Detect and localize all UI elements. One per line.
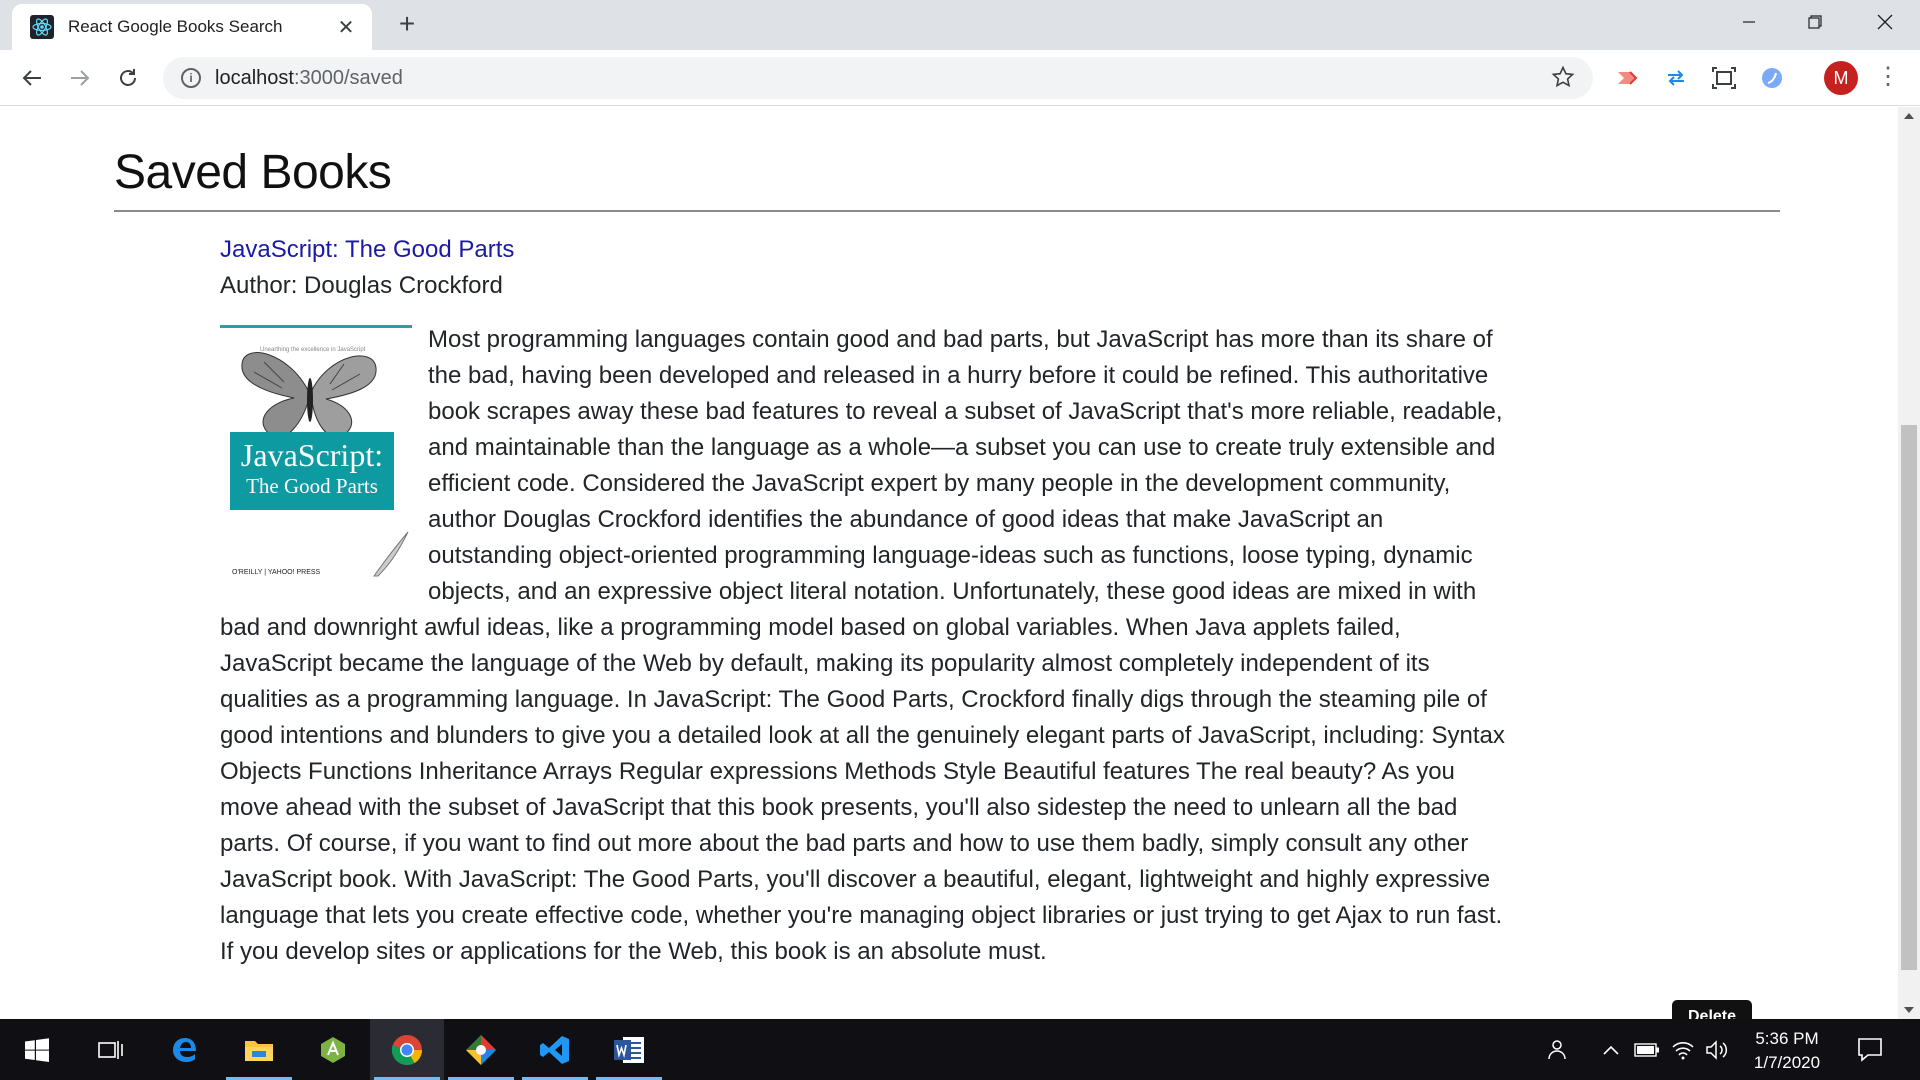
edge-icon [173,1037,196,1062]
gitkraken-icon [466,1034,496,1065]
extension-globe-icon[interactable] [1758,64,1786,92]
task-view-icon [98,1040,123,1059]
extension-screenshot-icon[interactable] [1710,64,1738,92]
book-body: Unearthing the excellence in JavaScript … [220,322,1510,970]
clock-time: 5:36 PM [1755,1029,1819,1048]
browser-menu-icon[interactable]: ⋮ [1876,64,1900,92]
file-explorer-icon [245,1040,273,1061]
tab-strip: React Google Books Search ✕ + [0,0,1920,50]
battery-icon[interactable] [1634,1037,1660,1063]
scroll-thumb[interactable] [1901,425,1917,970]
page-title: Saved Books [114,146,392,199]
react-icon [30,15,54,39]
delete-button[interactable]: Delete [1672,1000,1752,1019]
start-icon [25,1037,49,1062]
profile-avatar[interactable]: M [1824,61,1858,95]
cover-title-line1: JavaScript: [240,437,384,473]
cover-title-line2: The Good Parts [246,474,378,498]
new-tab-button[interactable]: + [392,10,422,40]
close-window-button[interactable] [1856,0,1914,44]
browser-toolbar: i localhost:3000/saved M ⋮ [0,50,1920,106]
chrome-taskbar-button[interactable] [370,1019,444,1080]
saved-book-card: JavaScript: The Good Parts Author: Dougl… [220,232,1510,970]
forward-button[interactable] [66,64,94,92]
book-title-link[interactable]: JavaScript: The Good Parts [220,232,1510,268]
word-icon [614,1036,644,1063]
book-cover-image: Unearthing the excellence in JavaScript … [220,325,412,581]
forward-arrow-icon [71,70,90,86]
android-studio-taskbar-button[interactable] [296,1019,370,1080]
cover-title-block: JavaScript: The Good Parts [230,432,394,510]
url-path: :3000/saved [293,66,403,89]
gitkraken-taskbar-button[interactable] [444,1019,518,1080]
tab-close-icon[interactable]: ✕ [334,15,358,40]
chrome-icon [391,1034,422,1065]
task-view-button[interactable] [74,1019,148,1080]
feather-illustration [373,531,409,577]
back-button[interactable] [18,64,46,92]
file-explorer-taskbar-button[interactable] [222,1019,296,1080]
extension-cast-icon[interactable] [1614,64,1642,92]
wifi-icon[interactable] [1670,1037,1696,1063]
edge-taskbar-button[interactable] [148,1019,222,1080]
restore-icon [1808,15,1822,29]
windows-taskbar: 5:36 PM 1/7/2020 [0,1019,1920,1080]
extension-swap-icon[interactable] [1662,64,1690,92]
url-host: localhost [215,66,294,89]
title-divider [114,210,1780,212]
taskbar-clock[interactable]: 5:36 PM 1/7/2020 [1738,1027,1836,1075]
restore-button[interactable] [1786,0,1844,44]
book-description: Most programming languages contain good … [220,326,1505,965]
address-bar[interactable]: i localhost:3000/saved [163,57,1593,99]
vscode-icon [540,1035,569,1064]
book-author: Author: Douglas Crockford [220,272,503,299]
bookmark-star-icon[interactable] [1551,65,1575,89]
reload-button[interactable] [114,64,142,92]
minimize-button[interactable] [1720,0,1778,44]
cover-publisher: O'REILLY | YAHOO! PRESS [232,569,321,576]
minimize-icon [1743,21,1755,23]
close-icon [1877,14,1893,30]
back-arrow-icon [22,70,41,86]
start-button[interactable] [0,1019,74,1080]
scroll-down-arrow-icon[interactable] [1904,1007,1914,1013]
people-icon[interactable] [1544,1037,1570,1063]
scroll-up-arrow-icon[interactable] [1904,113,1914,119]
vscode-taskbar-button[interactable] [518,1019,592,1080]
android-studio-icon [321,1036,345,1063]
browser-tab[interactable]: React Google Books Search ✕ [12,4,372,50]
notification-icon [1858,1038,1882,1062]
word-taskbar-button[interactable] [592,1019,666,1080]
page-viewport: Saved Books JavaScript: The Good Parts A… [0,107,1898,1019]
clock-date: 1/7/2020 [1753,1053,1821,1072]
show-hidden-icons-chevron-icon[interactable] [1598,1037,1624,1063]
info-icon[interactable]: i [181,68,201,88]
tab-title: React Google Books Search [68,17,283,36]
volume-icon[interactable] [1704,1037,1730,1063]
action-center-button[interactable] [1856,1035,1886,1065]
page-scrollbar[interactable] [1898,107,1920,1019]
reload-icon [120,69,136,86]
